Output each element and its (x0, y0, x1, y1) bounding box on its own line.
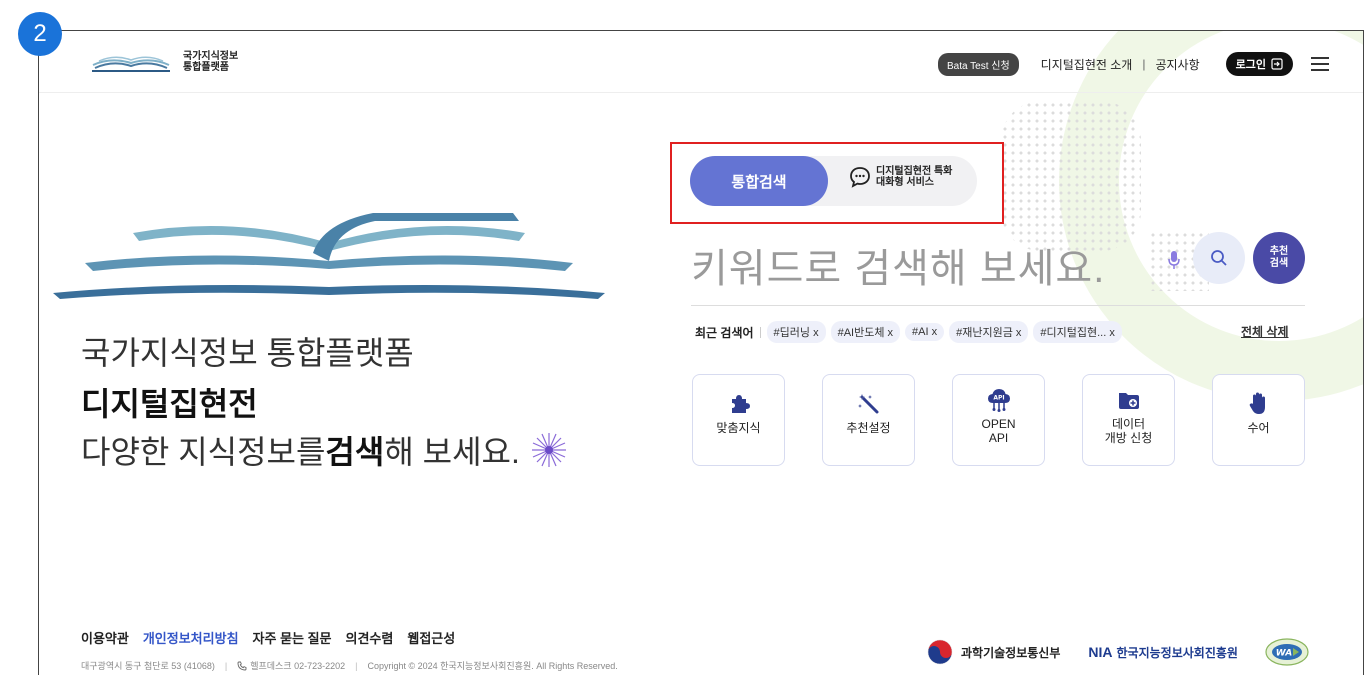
footer-link-terms[interactable]: 이용약관 (81, 628, 129, 647)
quick-card-label: 수어 (1247, 421, 1270, 435)
quick-card-sign-language[interactable]: 수어 (1212, 374, 1305, 466)
phone-icon (237, 661, 247, 670)
quick-card-custom-knowledge[interactable]: 맞춤지식 (692, 374, 785, 466)
recent-label: 최근 검색어 (695, 325, 754, 340)
footer-links: 이용약관 개인정보처리방침 자주 묻는 질문 의견수렴 웹접근성 (81, 628, 469, 647)
decorative-dots (1001, 101, 1141, 251)
login-icon (1271, 58, 1283, 70)
footer-link-privacy[interactable]: 개인정보처리방침 (143, 628, 239, 647)
nia-logo[interactable]: NIA 한국지능정보사회진흥원 (1088, 644, 1238, 661)
quick-card-recommend-settings[interactable]: 추천설정 (822, 374, 915, 466)
logo-line1: 국가지식정보 (183, 51, 239, 62)
login-label: 로그인 (1235, 59, 1266, 71)
header-nav: Bata Test 신청 디지털집현전 소개 | 공지사항 로그인 (937, 52, 1329, 76)
recent-searches: 최근 검색어 #딥러닝 x #AI반도체 x #AI x #재난지원금 x #디… (695, 321, 1127, 343)
footer-helpdesk: 헬프데스크 02-723-2202 (250, 661, 346, 671)
beta-test-button[interactable]: Bata Test 신청 (937, 52, 1019, 76)
footer-copyright: Copyright © 2024 한국지능정보사회진흥원. All Rights… (367, 661, 618, 671)
nia-mark: NIA (1088, 644, 1113, 660)
footer-link-feedback[interactable]: 의견수렴 (346, 628, 394, 647)
nav-separator: | (1142, 57, 1146, 71)
hero-line3-post: 해 보세요. (384, 434, 520, 470)
nia-name: 한국지능정보사회진흥원 (1116, 645, 1238, 660)
footer-address: 대구광역시 동구 첨단로 53 (41068) (81, 661, 215, 671)
recommend-search-button[interactable]: 추천 검색 (1253, 232, 1305, 284)
microphone-icon[interactable] (1167, 250, 1181, 270)
search-underline (691, 305, 1305, 306)
browser-frame: 국가지식정보 통합플랫폼 Bata Test 신청 디지털집현전 소개 | 공지… (38, 30, 1364, 675)
search-icon (1211, 250, 1227, 266)
recent-keyword-chip[interactable]: #디지털집현... x (1033, 321, 1122, 343)
quick-card-label: 추천설정 (846, 421, 891, 435)
sparkle-icon (531, 433, 566, 467)
taegeuk-icon (927, 639, 953, 665)
highlight-box (670, 142, 1004, 224)
quick-card-data-request[interactable]: 데이터 개방 신청 (1082, 374, 1175, 466)
nav-link-notice[interactable]: 공지사항 (1155, 56, 1199, 73)
logo-text: 국가지식정보 통합플랫폼 (183, 51, 238, 73)
hero-title-line2: 디지털집현전 (81, 386, 258, 422)
open-book-illustration (53, 213, 605, 299)
folder-icon (1118, 393, 1139, 409)
recent-keyword-chip[interactable]: #AI x (905, 323, 945, 341)
wa-mark-text: WA (1276, 649, 1293, 659)
recent-keyword-chip[interactable]: #딥러닝 x (766, 321, 826, 343)
search-button[interactable] (1193, 232, 1245, 284)
hand-icon (1249, 392, 1265, 414)
hero-line3-bold: 검색 (325, 434, 385, 470)
quick-card-label: OPEN API (981, 417, 1016, 445)
quick-card-label: 맞춤지식 (716, 421, 761, 435)
recommend-line1: 추천 (1269, 246, 1289, 257)
quick-card-open-api[interactable]: API OPEN API (952, 374, 1045, 466)
recent-keyword-chip[interactable]: #AI반도체 x (830, 321, 901, 343)
nav-link-about[interactable]: 디지털집현전 소개 (1041, 56, 1133, 73)
login-button[interactable]: 로그인 (1225, 52, 1293, 76)
hero-title-line3: 다양한 지식정보를 검색 해 보세요. (81, 427, 568, 473)
recommend-line2: 검색 (1269, 258, 1289, 269)
search-input[interactable]: 키워드로 검색해 보세요. (691, 236, 1105, 294)
site-logo[interactable]: 국가지식정보 통합플랫폼 (91, 51, 238, 73)
recent-keyword-chip[interactable]: #재난지원금 x (949, 321, 1029, 343)
site-header: 국가지식정보 통합플랫폼 Bata Test 신청 디지털집현전 소개 | 공지… (39, 31, 1363, 93)
ministry-logo[interactable]: 과학기술정보통신부 (927, 639, 1060, 665)
logo-icon (92, 56, 170, 72)
hero-line3-pre: 다양한 지식정보를 (81, 434, 326, 470)
puzzle-icon (731, 395, 750, 413)
hero-title-line1: 국가지식정보 통합플랫폼 (81, 335, 414, 371)
logo-line2: 통합플랫폼 (183, 62, 229, 73)
web-accessibility-mark: WA (1265, 638, 1309, 666)
clear-all-button[interactable]: 전체 삭제 (1241, 323, 1289, 340)
recent-divider (759, 326, 761, 338)
footer-link-accessibility[interactable]: 웹접근성 (407, 628, 455, 647)
svg-text:API: API (993, 395, 1004, 402)
ministry-name: 과학기술정보통신부 (961, 645, 1061, 660)
api-cloud-icon: API (987, 389, 1010, 412)
footer-info: 대구광역시 동구 첨단로 53 (41068) | 헬프데스크 02-723-2… (81, 660, 618, 672)
magic-wand-icon (857, 394, 878, 414)
menu-icon[interactable] (1311, 57, 1329, 71)
quick-card-label: 데이터 개방 신청 (1104, 417, 1153, 445)
footer-logos: 과학기술정보통신부 NIA 한국지능정보사회진흥원 WA (927, 637, 1310, 667)
step-badge: 2 (18, 12, 62, 56)
footer-link-faq[interactable]: 자주 묻는 질문 (253, 628, 332, 647)
